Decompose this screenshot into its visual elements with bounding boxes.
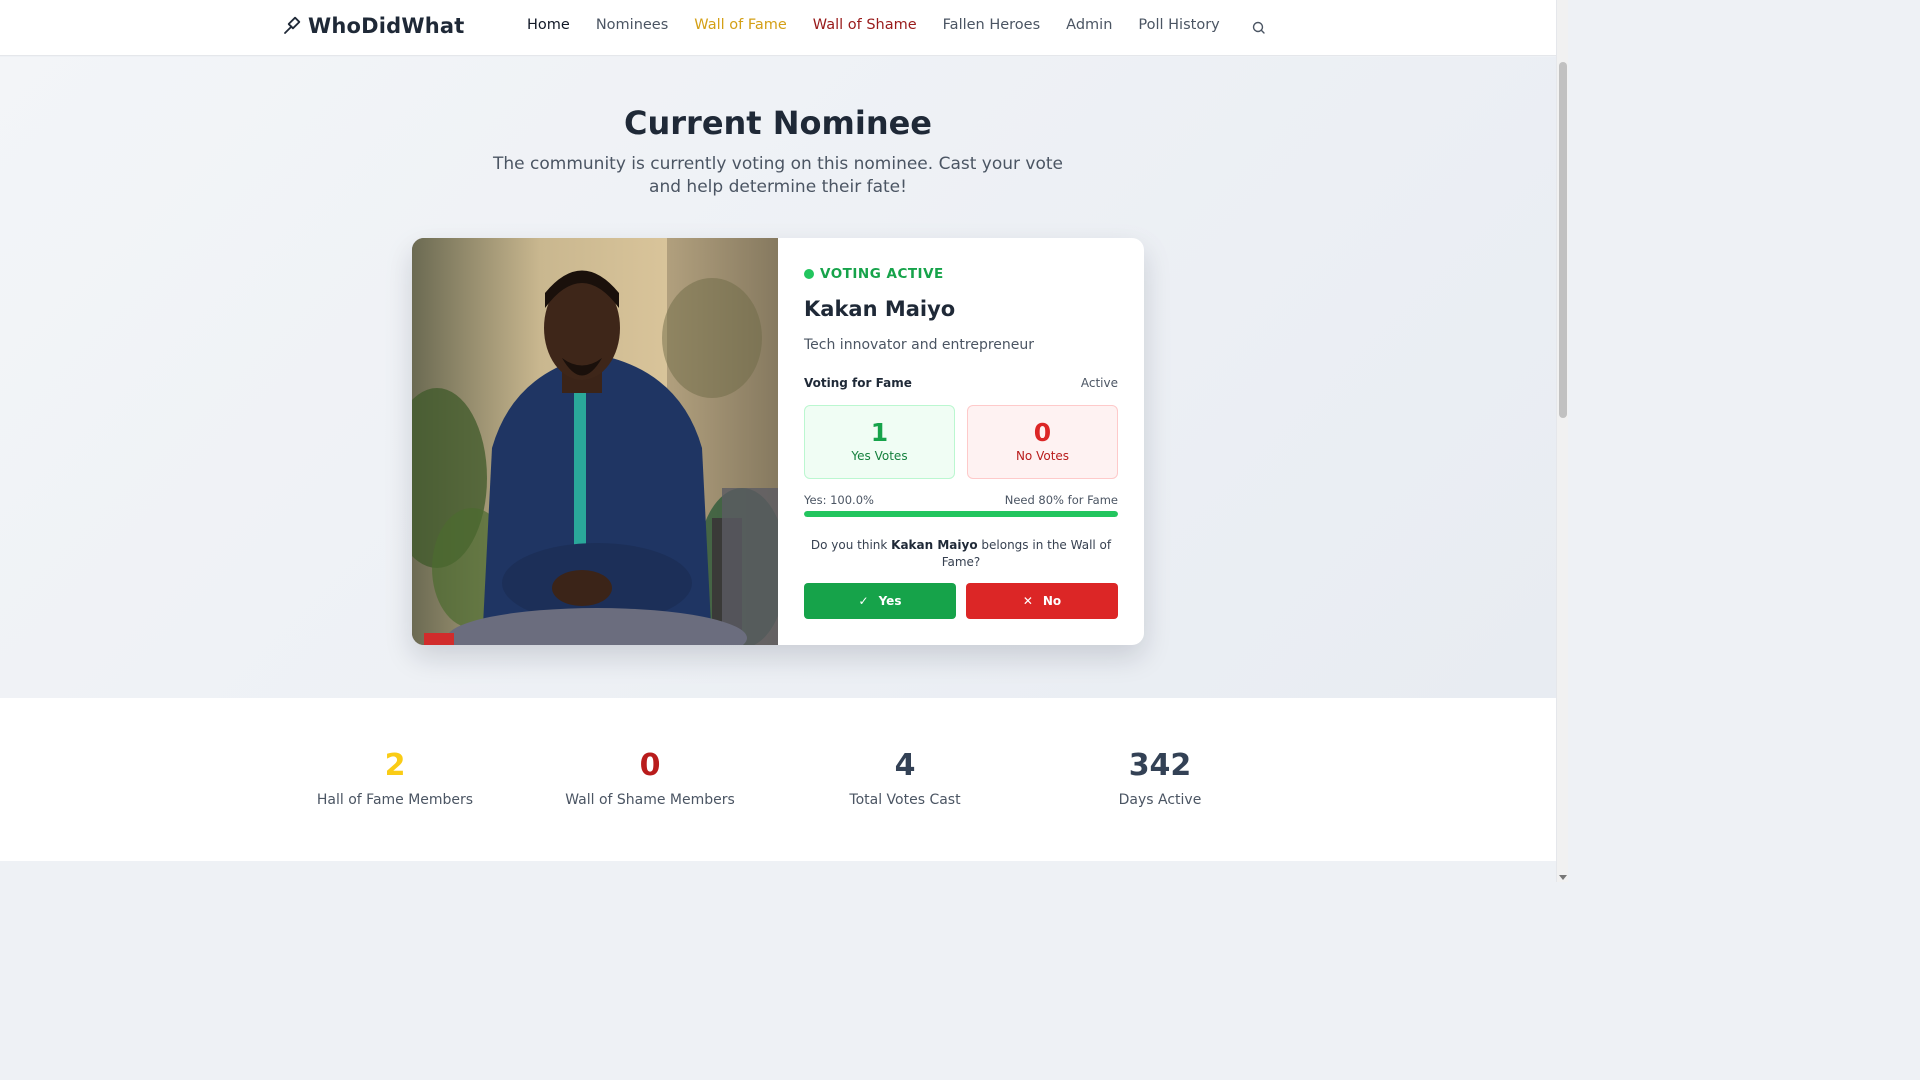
nav-wall-of-shame[interactable]: Wall of Shame — [813, 17, 917, 33]
vote-question: Do you think Kakan Maiyo belongs in the … — [804, 537, 1118, 571]
nominee-description: Tech innovator and entrepreneur — [804, 337, 1035, 353]
nav-poll-history[interactable]: Poll History — [1138, 17, 1219, 33]
stat-days-active-value: 342 — [1128, 748, 1192, 783]
brand-name: WhoDidWhat — [308, 14, 465, 38]
voting-state: Active — [1080, 376, 1118, 390]
nav-nominees[interactable]: Nominees — [596, 17, 668, 33]
stat-days-active-label: Days Active — [1118, 792, 1202, 808]
top-navbar: WhoDidWhat Home Nominees Wall of Fame Wa… — [0, 0, 1556, 56]
vote-question-prefix: Do you think — [810, 538, 892, 552]
stat-total-votes: 4 Total Votes Cast — [780, 748, 1030, 808]
scrollbar-thumb[interactable] — [1559, 62, 1567, 418]
gavel-icon — [284, 16, 301, 34]
nominee-name: Kakan Maiyo — [804, 297, 956, 321]
stat-hall-of-fame-label: Hall of Fame Members — [316, 792, 474, 808]
stat-total-votes-value: 4 — [894, 748, 916, 783]
nominee-card: VOTING ACTIVE Kakan Maiyo Tech innovator… — [412, 238, 1144, 645]
check-icon: ✓ — [858, 594, 869, 608]
stat-total-votes-label: Total Votes Cast — [849, 792, 961, 808]
no-votes-label: No Votes — [1015, 449, 1070, 463]
scroll-down-arrow-icon[interactable] — [1559, 875, 1567, 880]
stat-wall-of-shame-value: 0 — [639, 748, 661, 783]
no-votes-count: 0 — [1033, 418, 1052, 447]
voting-status-label: VOTING ACTIVE — [820, 266, 944, 282]
yes-votes-count: 1 — [870, 418, 889, 447]
nav-home[interactable]: Home — [527, 17, 570, 33]
search-icon[interactable] — [1250, 19, 1268, 37]
vote-progress-bar — [804, 511, 1118, 517]
voting-status: VOTING ACTIVE — [804, 266, 944, 282]
nominee-info: VOTING ACTIVE Kakan Maiyo Tech innovator… — [778, 238, 1144, 645]
x-icon: ✕ — [1022, 594, 1033, 608]
voting-type: Voting for Fame — [804, 376, 912, 390]
page-scrollbar[interactable] — [1556, 0, 1568, 882]
footer-strip — [0, 861, 1556, 882]
nav-admin[interactable]: Admin — [1066, 17, 1112, 33]
vote-no-button[interactable]: ✕ No — [966, 583, 1118, 619]
stat-hall-of-fame-value: 2 — [384, 748, 406, 783]
page-subtitle: The community is currently voting on thi… — [493, 154, 1063, 197]
vote-no-label: No — [1042, 594, 1062, 608]
main-nav: Home Nominees Wall of Fame Wall of Shame… — [527, 17, 1220, 33]
nav-fallen-heroes[interactable]: Fallen Heroes — [943, 17, 1041, 33]
status-dot-icon — [804, 269, 814, 279]
nominee-photo — [412, 238, 778, 645]
threshold-text: Need 80% for Fame — [1004, 493, 1118, 507]
yes-percentage: Yes: 100.0% — [804, 493, 874, 507]
yes-votes-label: Yes Votes — [851, 449, 908, 463]
stat-wall-of-shame: 0 Wall of Shame Members — [525, 748, 775, 808]
page-title: Current Nominee — [623, 104, 932, 142]
yes-votes-box: 1 Yes Votes — [804, 405, 955, 479]
vote-progress-fill — [804, 511, 1118, 517]
vote-yes-label: Yes — [878, 594, 902, 608]
stats-section: 2 Hall of Fame Members 0 Wall of Shame M… — [0, 698, 1556, 861]
stat-hall-of-fame: 2 Hall of Fame Members — [270, 748, 520, 808]
vote-question-name: Kakan Maiyo — [891, 538, 978, 552]
stat-wall-of-shame-label: Wall of Shame Members — [565, 792, 735, 808]
vote-yes-button[interactable]: ✓ Yes — [804, 583, 956, 619]
no-votes-box: 0 No Votes — [967, 405, 1118, 479]
stat-days-active: 342 Days Active — [1035, 748, 1285, 808]
brand-logo-link[interactable]: WhoDidWhat — [282, 14, 465, 38]
nav-wall-of-fame[interactable]: Wall of Fame — [694, 17, 787, 33]
